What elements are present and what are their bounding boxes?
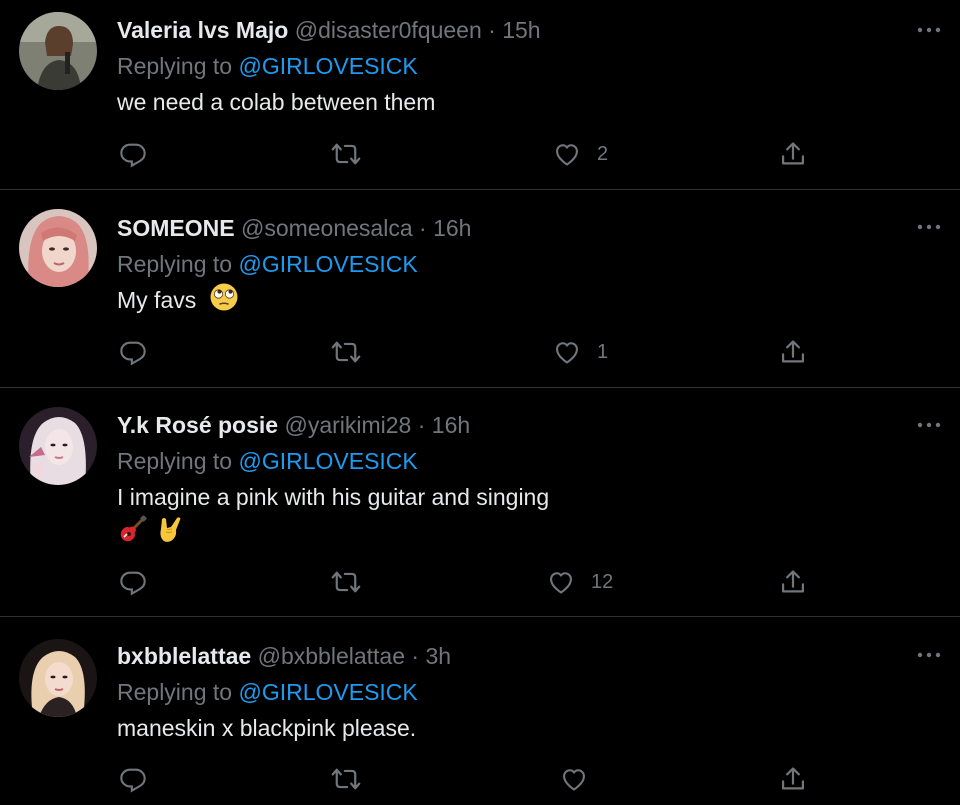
replying-to: Replying to @GIRLOVESICK: [117, 677, 418, 707]
more-icon[interactable]: [914, 645, 944, 665]
retweet-icon: [331, 338, 361, 366]
tweet-text: My favs: [117, 282, 677, 322]
mention-link[interactable]: @GIRLOVESICK: [238, 679, 417, 705]
reply-feed: Valeria lvs Majo @disaster0fqueen · 15h …: [0, 0, 960, 805]
tweet-body: I imagine a pink with his guitar and sin…: [117, 484, 550, 510]
retweet-icon: [331, 765, 361, 793]
like-icon: [560, 765, 588, 793]
timestamp[interactable]: 16h: [432, 412, 470, 438]
timestamp[interactable]: 3h: [425, 643, 451, 669]
tweet-header: bxbblelattae @bxbblelattae · 3h: [117, 641, 451, 671]
replying-prefix: Replying to: [117, 53, 239, 79]
timestamp[interactable]: 15h: [502, 17, 540, 43]
tweet-body: we need a colab between them: [117, 89, 436, 115]
more-icon[interactable]: [914, 217, 944, 237]
display-name[interactable]: Y.k Rosé posie: [117, 412, 278, 438]
retweet-icon: [331, 140, 361, 168]
separator-dot: ·: [419, 215, 427, 241]
tweet[interactable]: Y.k Rosé posie @yarikimi28 · 16h Replyin…: [0, 388, 960, 617]
action-bar: 1: [117, 337, 837, 367]
like-count: 12: [591, 570, 614, 593]
like-button[interactable]: [560, 764, 604, 794]
tweet-text: maneskin x blackpink please.: [117, 710, 677, 746]
like-count: 2: [597, 142, 609, 165]
like-button[interactable]: 1: [553, 337, 608, 367]
share-icon: [779, 338, 807, 366]
guitar-emoji: [117, 515, 147, 555]
tweet-header: SOMEONE @someonesalca · 16h: [117, 213, 471, 243]
like-icon: [553, 140, 581, 168]
reply-icon: [119, 765, 147, 793]
display-name[interactable]: Valeria lvs Majo: [117, 17, 288, 43]
separator-dot: ·: [411, 643, 420, 669]
like-icon: [547, 568, 575, 596]
avatar[interactable]: [19, 12, 97, 90]
user-handle[interactable]: @disaster0fqueen: [295, 17, 482, 43]
more-icon[interactable]: [914, 20, 944, 40]
replying-prefix: Replying to: [117, 251, 239, 277]
like-count: 1: [597, 340, 609, 363]
action-bar: [117, 764, 837, 794]
share-icon: [779, 765, 807, 793]
tweet-text: we need a colab between them: [117, 84, 677, 120]
mention-link[interactable]: @GIRLOVESICK: [238, 251, 417, 277]
tweet-header: Valeria lvs Majo @disaster0fqueen · 15h: [117, 15, 541, 45]
mention-link[interactable]: @GIRLOVESICK: [238, 448, 417, 474]
tweet[interactable]: SOMEONE @someonesalca · 16h Replying to …: [0, 190, 960, 388]
retweet-button[interactable]: [331, 567, 361, 597]
more-icon[interactable]: [914, 415, 944, 435]
tweet-body: My favs: [117, 287, 197, 314]
avatar[interactable]: [19, 407, 97, 485]
timestamp[interactable]: 16h: [433, 215, 471, 241]
share-icon: [779, 140, 807, 168]
action-bar: 12: [117, 567, 837, 597]
reply-icon: [119, 140, 147, 168]
reply-icon: [119, 568, 147, 596]
share-button[interactable]: [779, 139, 807, 169]
share-button[interactable]: [779, 337, 807, 367]
avatar[interactable]: [19, 209, 97, 287]
retweet-button[interactable]: [331, 337, 361, 367]
tweet-body: maneskin x blackpink please.: [117, 715, 417, 741]
separator-dot: ·: [488, 17, 496, 43]
reply-icon: [119, 338, 147, 366]
sign-of-the-horns-emoji: [155, 515, 185, 555]
user-handle[interactable]: @bxbblelattae: [258, 643, 405, 669]
tweet-header: Y.k Rosé posie @yarikimi28 · 16h: [117, 410, 470, 440]
replying-to: Replying to @GIRLOVESICK: [117, 249, 418, 279]
display-name[interactable]: SOMEONE: [117, 215, 235, 241]
avatar[interactable]: [19, 639, 97, 717]
display-name[interactable]: bxbblelattae: [117, 643, 251, 669]
like-icon: [553, 338, 581, 366]
share-icon: [779, 568, 807, 596]
tweet[interactable]: bxbblelattae @bxbblelattae · 3h Replying…: [0, 617, 960, 805]
separator-dot: ·: [417, 412, 426, 438]
retweet-button[interactable]: [331, 764, 361, 794]
replying-prefix: Replying to: [117, 679, 239, 705]
reply-button[interactable]: [119, 337, 147, 367]
share-button[interactable]: [779, 567, 807, 597]
tweet[interactable]: Valeria lvs Majo @disaster0fqueen · 15h …: [0, 0, 960, 190]
reply-button[interactable]: [119, 139, 147, 169]
mention-link[interactable]: @GIRLOVESICK: [238, 53, 417, 79]
tweet-text: I imagine a pink with his guitar and sin…: [117, 479, 677, 555]
replying-to: Replying to @GIRLOVESICK: [117, 446, 418, 476]
user-handle[interactable]: @yarikimi28: [284, 412, 411, 438]
replying-to: Replying to @GIRLOVESICK: [117, 51, 418, 81]
replying-prefix: Replying to: [117, 448, 239, 474]
like-button[interactable]: 2: [553, 139, 608, 169]
reply-button[interactable]: [119, 764, 147, 794]
face-with-rolling-eyes-emoji: [209, 282, 239, 322]
user-handle[interactable]: @someonesalca: [241, 215, 413, 241]
share-button[interactable]: [779, 764, 807, 794]
action-bar: 2: [117, 139, 837, 169]
reply-button[interactable]: [119, 567, 147, 597]
retweet-button[interactable]: [331, 139, 361, 169]
retweet-icon: [331, 568, 361, 596]
like-button[interactable]: 12: [547, 567, 613, 597]
